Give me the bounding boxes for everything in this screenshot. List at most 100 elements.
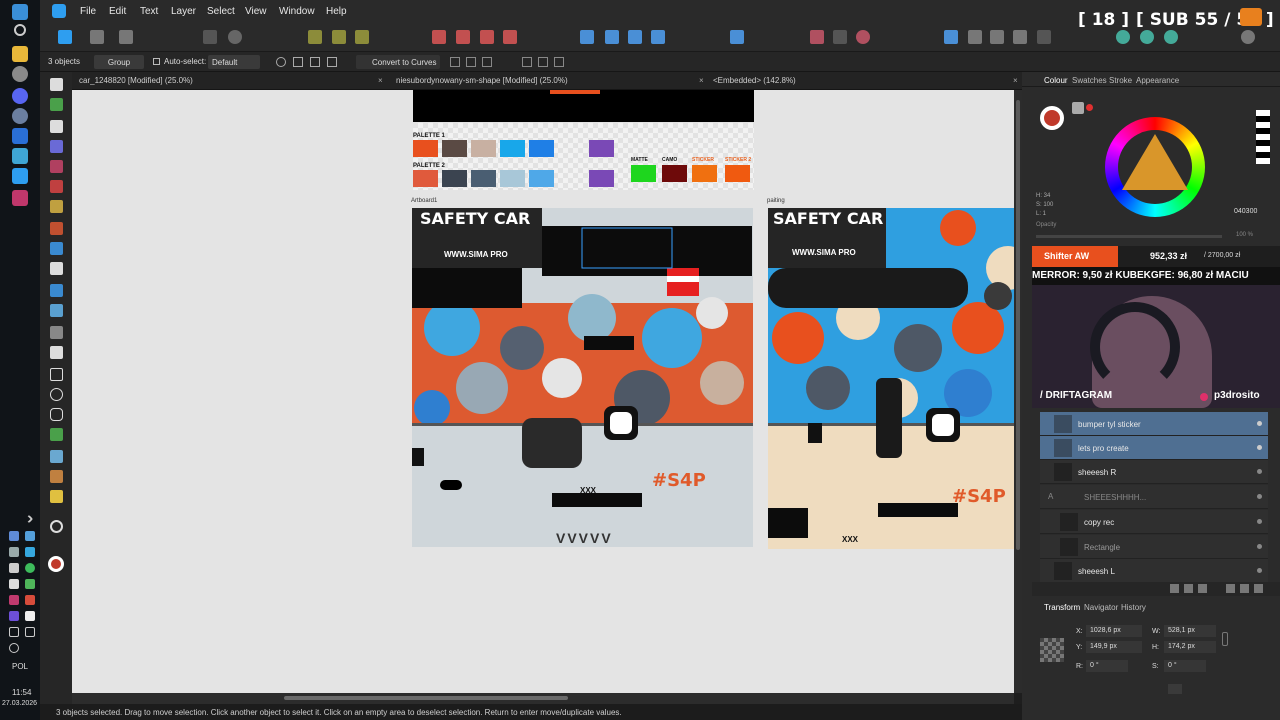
snapping-icon[interactable] [308,30,322,44]
align-icon[interactable] [730,30,744,44]
crop-tool-icon[interactable] [50,346,63,359]
view-tool-icon[interactable] [50,490,63,503]
color-swatch[interactable] [692,165,717,182]
color-swatch[interactable] [631,165,656,182]
arrange-backward-icon[interactable] [456,30,470,44]
artboard1-label[interactable]: Artboard1 [411,198,437,204]
transform-icon[interactable] [276,57,286,67]
settings-icon[interactable] [228,30,242,44]
horizontal-scrollbar[interactable] [72,693,1014,704]
color-picker-tool-icon[interactable] [50,470,63,483]
visibility-icon[interactable] [1257,469,1262,474]
tray-icon[interactable] [25,595,35,605]
boolean-intersect-icon[interactable] [1013,30,1027,44]
affinity-photo-icon[interactable] [12,190,28,206]
tab-history[interactable]: History [1121,603,1146,612]
boolean-add-icon[interactable] [968,30,982,44]
design-canvas[interactable]: PALETTE 1 PALETTE 2 MATTE CAMO STICKER S… [72,90,1014,693]
visibility-icon[interactable] [1257,519,1262,524]
rotation-field[interactable]: 0 ° [1086,660,1128,672]
pixel-persona-icon[interactable] [90,30,104,44]
close-icon[interactable]: × [1013,76,1018,85]
palette-artboard[interactable]: PALETTE 1 PALETTE 2 MATTE CAMO STICKER S… [413,123,754,190]
color2-icon[interactable] [1140,30,1154,44]
menu-view[interactable]: View [245,6,267,17]
bluetooth-icon[interactable] [9,643,19,653]
layer-row[interactable]: Rectangle [1040,535,1268,559]
layer-delete-icon[interactable] [1254,584,1263,593]
language-indicator[interactable]: POL [12,662,28,671]
menu-file[interactable]: File [80,6,96,17]
tab-colour[interactable]: Colour [1044,76,1068,85]
artboard1[interactable]: SAFETY CAR WWW.SIMA PRO #S4P XXX VVVVV [412,208,753,547]
color-swatch[interactable] [529,170,554,187]
artboard-tool-icon[interactable] [50,98,63,111]
tray-icon[interactable] [25,611,35,621]
geometry-icon[interactable] [833,30,847,44]
color-swatch[interactable] [529,140,554,157]
anchor-point-icon[interactable] [1040,638,1064,662]
hex-value[interactable]: 040300 [1234,208,1257,215]
app2-icon[interactable] [12,128,28,144]
autoselect-dropdown[interactable]: Default [208,55,260,69]
close-icon[interactable]: × [699,76,704,85]
tray-icon[interactable] [9,611,19,621]
layer-adjust-icon[interactable] [1198,584,1207,593]
menu-text[interactable]: Text [140,6,158,17]
scrollbar-thumb-h[interactable] [284,696,568,700]
menu-select[interactable]: Select [207,6,235,17]
tray-icon[interactable] [9,595,19,605]
align-middle-icon[interactable] [538,57,548,67]
visibility-icon[interactable] [1257,568,1262,573]
layer-fx-icon[interactable] [1170,584,1179,593]
menu-layer[interactable]: Layer [171,6,196,17]
menu-edit[interactable]: Edit [109,6,126,17]
transparency-tool-icon[interactable] [50,262,63,275]
app-icon[interactable] [12,108,28,124]
layer-row[interactable]: sheeesh L [1040,559,1268,583]
tab-transform[interactable]: Transform [1044,603,1080,612]
text-tool-icon[interactable] [50,450,63,463]
visibility-icon[interactable] [1257,544,1262,549]
tray-icon[interactable] [25,547,35,557]
color3-icon[interactable] [1164,30,1178,44]
export-persona-icon[interactable] [119,30,133,44]
corner-tool-icon[interactable] [50,160,63,173]
y-field[interactable]: 149,9 px [1086,641,1142,653]
layer-row[interactable]: bumper tyl sticker [1040,412,1268,436]
link-icon[interactable] [1222,632,1228,646]
w-field[interactable]: 528,1 px [1164,625,1216,637]
user-icon[interactable] [1241,30,1255,44]
convert-to-curves-button[interactable]: Convert to Curves [356,55,440,69]
layer-add-icon[interactable] [1240,584,1249,593]
file-explorer-icon[interactable] [12,46,28,62]
fill-tool-icon[interactable] [50,242,63,255]
recent-swatches[interactable] [1256,110,1270,164]
autoselect-checkbox[interactable] [153,58,160,65]
layer-group-icon[interactable] [1226,584,1235,593]
rotate-right-icon[interactable] [651,30,665,44]
visibility-icon[interactable] [1257,421,1262,426]
eyedropper-icon[interactable] [1072,102,1084,114]
color-swatch[interactable] [442,140,467,157]
align-bottom-icon[interactable] [554,57,564,67]
boolean-icon[interactable] [856,30,870,44]
designer-persona-icon[interactable] [58,30,72,44]
visibility-icon[interactable] [1257,494,1262,499]
rotate-left-icon[interactable] [628,30,642,44]
pen-tool-icon[interactable] [50,180,63,193]
assistant-icon[interactable] [203,30,217,44]
group-button[interactable]: Group [94,55,144,69]
opacity-slider[interactable] [1036,235,1222,238]
color-swatch[interactable] [662,165,687,182]
color-swatch[interactable] [413,170,438,187]
tray-icon[interactable] [9,579,19,589]
search-icon[interactable] [14,24,26,36]
colour-wheel[interactable] [1105,117,1205,217]
close-icon[interactable]: × [378,76,383,85]
distribute2-icon[interactable] [310,57,320,67]
color-icon[interactable] [1116,30,1130,44]
scrollbar-thumb[interactable] [1016,100,1020,550]
colour-triangle[interactable] [1118,130,1192,204]
menu-help[interactable]: Help [326,6,347,17]
